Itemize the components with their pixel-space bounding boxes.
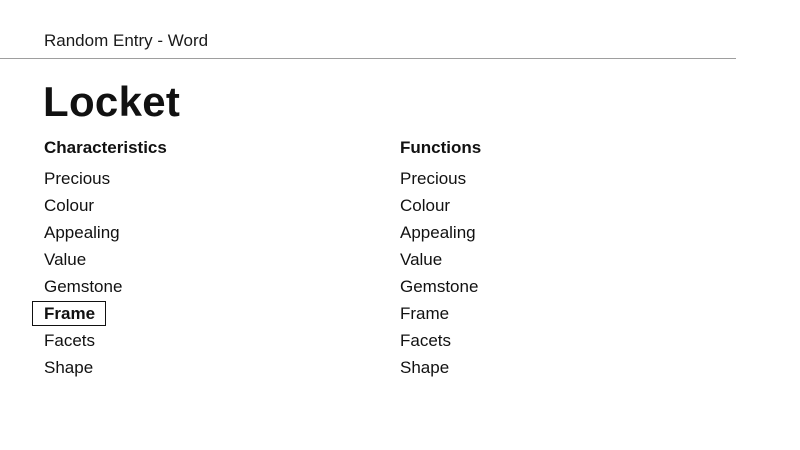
window-header: Random Entry - Word bbox=[0, 0, 736, 59]
function-item-value[interactable]: Value bbox=[400, 246, 481, 273]
characteristics-heading: Characteristics bbox=[44, 138, 167, 157]
function-item-appealing[interactable]: Appealing bbox=[400, 219, 481, 246]
function-item-facets[interactable]: Facets bbox=[400, 327, 481, 354]
characteristic-item-gemstone[interactable]: Gemstone bbox=[44, 273, 167, 300]
characteristic-item-value[interactable]: Value bbox=[44, 246, 167, 273]
function-item-precious[interactable]: Precious bbox=[400, 165, 481, 192]
entry-word-title: Locket bbox=[43, 78, 181, 125]
characteristics-list: Precious Colour Appealing Value Gemstone… bbox=[32, 165, 167, 381]
function-item-colour[interactable]: Colour bbox=[400, 192, 481, 219]
characteristics-column: Characteristics Precious Colour Appealin… bbox=[32, 137, 167, 381]
functions-column: Functions Precious Colour Appealing Valu… bbox=[400, 137, 481, 381]
characteristic-item-colour[interactable]: Colour bbox=[44, 192, 167, 219]
characteristic-item-appealing[interactable]: Appealing bbox=[44, 219, 167, 246]
random-entry-page: Random Entry - Word Locket Characteristi… bbox=[0, 0, 800, 450]
characteristic-item-shape[interactable]: Shape bbox=[44, 354, 167, 381]
characteristic-item-frame-selected[interactable]: Frame bbox=[32, 300, 167, 327]
function-item-frame[interactable]: Frame bbox=[400, 300, 481, 327]
window-title: Random Entry - Word bbox=[44, 31, 209, 50]
functions-list: Precious Colour Appealing Value Gemstone… bbox=[400, 165, 481, 381]
function-item-gemstone[interactable]: Gemstone bbox=[400, 273, 481, 300]
function-item-shape[interactable]: Shape bbox=[400, 354, 481, 381]
functions-heading: Functions bbox=[400, 138, 482, 157]
characteristic-item-precious[interactable]: Precious bbox=[44, 165, 167, 192]
characteristic-item-facets[interactable]: Facets bbox=[44, 327, 167, 354]
